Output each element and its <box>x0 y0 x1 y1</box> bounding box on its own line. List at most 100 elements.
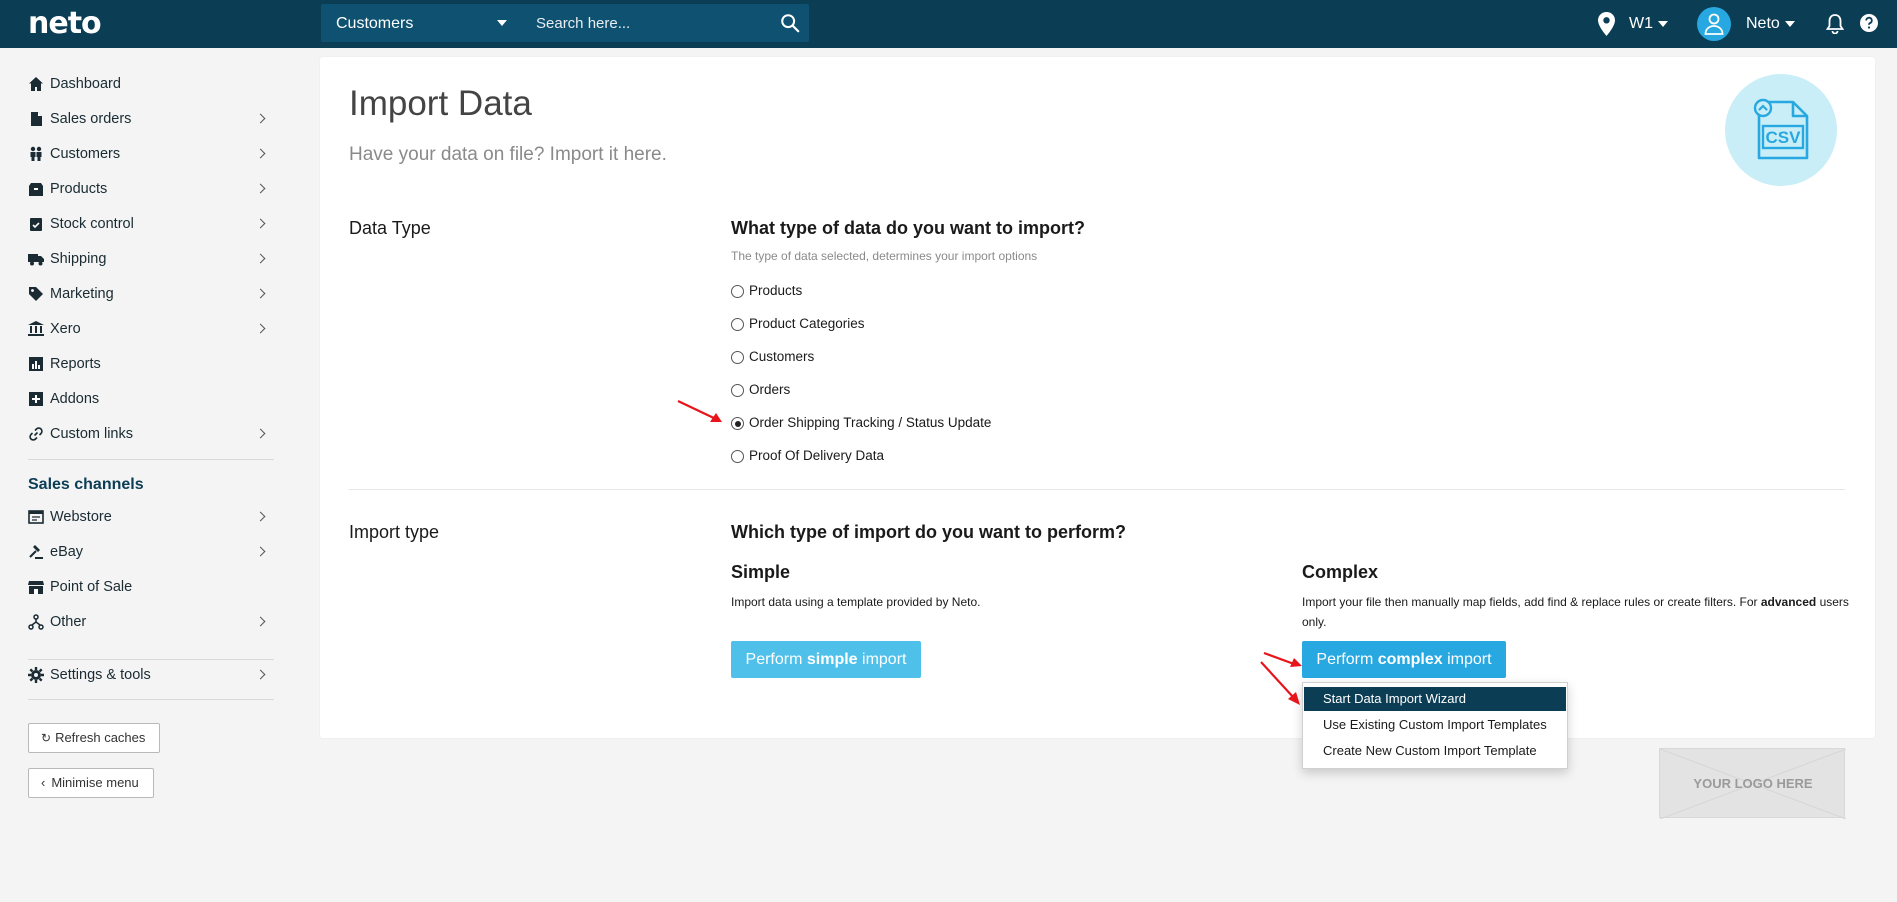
complex-title: Complex <box>1302 562 1379 582</box>
sidebar-item-dashboard[interactable]: Dashboard <box>28 69 274 99</box>
page-title: Import Data <box>349 84 532 123</box>
search-icon[interactable] <box>779 12 801 34</box>
location-label: W1 <box>1629 15 1653 32</box>
radio-button[interactable] <box>731 351 744 364</box>
minimise-menu-button[interactable]: ‹ Minimise menu <box>28 768 154 798</box>
sidebar-item-label: Webstore <box>50 509 112 525</box>
top-bar: neto Customers W1 Neto <box>0 0 1897 48</box>
complex-desc-bold: advanced <box>1760 595 1817 609</box>
complex-btn-bold: complex <box>1377 651 1443 668</box>
radio-label: Orders <box>749 382 791 397</box>
search-scope-select[interactable]: Customers <box>321 4 521 42</box>
radio-button[interactable] <box>731 450 744 463</box>
radio-label: Customers <box>749 349 815 364</box>
menu-item-existing-templates[interactable]: Use Existing Custom Import Templates <box>1304 713 1566 737</box>
sales-channels-title: Sales channels <box>28 476 144 493</box>
import-type-question: Which type of import do you want to perf… <box>731 522 1126 542</box>
sidebar-item-products[interactable]: Products <box>28 174 274 204</box>
sidebar-item-xero[interactable]: Xero <box>28 314 274 344</box>
radio-label: Product Categories <box>749 316 865 331</box>
sidebar-item-label: Dashboard <box>50 76 121 92</box>
chevron-right-icon <box>255 323 266 334</box>
gear-icon <box>28 667 44 683</box>
location-selector[interactable]: W1 <box>1629 0 1668 48</box>
truck-icon <box>28 254 44 266</box>
avatar[interactable] <box>1697 7 1731 41</box>
search-input[interactable] <box>521 4 766 42</box>
chart-icon <box>29 357 43 371</box>
chevron-right-icon <box>255 511 266 522</box>
section-divider <box>349 489 1845 490</box>
sidebar-item-label: Addons <box>50 391 100 407</box>
document-icon <box>31 112 42 126</box>
sidebar-item-ebay[interactable]: eBay <box>28 537 274 567</box>
sidebar-item-shipping[interactable]: Shipping <box>28 244 274 274</box>
data-type-help: The type of data selected, determines yo… <box>731 249 1038 263</box>
chevron-right-icon <box>255 218 266 229</box>
sidebar-item-label: Products <box>50 181 108 197</box>
csv-badge: CSV <box>1725 74 1837 186</box>
sidebar-item-sales-orders[interactable]: Sales orders <box>28 104 274 134</box>
store-icon <box>28 581 44 594</box>
sidebar-item-point-of-sale[interactable]: Point of Sale <box>28 572 274 602</box>
sidebar-item-label: Shipping <box>50 251 107 267</box>
bell-icon[interactable] <box>1826 14 1844 34</box>
user-icon <box>1704 13 1724 35</box>
sidebar-item-settings-tools[interactable]: Settings & tools <box>28 660 274 690</box>
menu-item-start-wizard[interactable]: Start Data Import Wizard <box>1304 687 1566 711</box>
sidebar-item-reports[interactable]: Reports <box>28 349 274 379</box>
user-name: Neto <box>1746 15 1780 32</box>
box-icon <box>29 183 43 196</box>
minimise-label: Minimise menu <box>51 775 139 790</box>
perform-simple-import-button[interactable]: Perform simple import <box>731 641 921 678</box>
bank-icon <box>28 321 44 336</box>
sidebar-item-custom-links[interactable]: Custom links <box>28 419 274 449</box>
sidebar-divider <box>28 459 274 460</box>
user-menu[interactable]: Neto <box>1746 0 1795 48</box>
refresh-caches-button[interactable]: ↻ Refresh caches <box>28 723 161 753</box>
sidebar-item-stock-control[interactable]: Stock control <box>28 209 274 239</box>
radio-button[interactable] <box>731 384 744 397</box>
chevron-right-icon <box>255 183 266 194</box>
your-logo-placeholder: YOUR LOGO HERE <box>1659 748 1846 819</box>
chevron-right-icon <box>255 288 266 299</box>
browser-icon <box>28 510 44 524</box>
simple-btn-pre: Perform <box>745 651 807 668</box>
radio-button[interactable] <box>731 417 744 430</box>
sidebar-item-label: Settings & tools <box>50 667 151 683</box>
sidebar-item-label: Stock control <box>50 216 134 232</box>
sidebar-item-label: Other <box>50 614 87 630</box>
help-icon[interactable] <box>1859 13 1879 33</box>
branch-icon <box>28 614 44 630</box>
sidebar-item-label: Xero <box>50 321 81 337</box>
data-type-question: What type of data do you want to import? <box>731 218 1085 238</box>
radio-button[interactable] <box>731 318 744 331</box>
sidebar-item-label: Marketing <box>50 286 114 302</box>
search-bar: Customers <box>321 4 809 42</box>
complex-description: Import your file then manually map field… <box>1302 592 1852 632</box>
chevron-right-icon <box>255 148 266 159</box>
neto-logo[interactable]: neto <box>28 6 102 41</box>
perform-complex-import-button[interactable]: Perform complex import <box>1302 641 1506 678</box>
sidebar-item-customers[interactable]: Customers <box>28 139 274 169</box>
radio-button[interactable] <box>731 285 744 298</box>
sidebar-item-label: Custom links <box>50 426 133 442</box>
sidebar-divider <box>28 699 274 700</box>
csv-label: CSV <box>1766 128 1802 147</box>
sidebar-item-addons[interactable]: Addons <box>28 384 274 414</box>
menu-item-new-template[interactable]: Create New Custom Import Template <box>1304 739 1566 763</box>
sidebar-item-label: Sales orders <box>50 111 132 127</box>
data-type-label: Data Type <box>349 218 431 238</box>
sidebar-item-webstore[interactable]: Webstore <box>28 502 274 532</box>
simple-title: Simple <box>731 562 791 582</box>
sidebar-item-marketing[interactable]: Marketing <box>28 279 274 309</box>
sidebar-item-label: Customers <box>50 146 121 162</box>
chevron-left-icon: ‹ <box>41 775 46 790</box>
location-pin-icon[interactable] <box>1598 12 1615 36</box>
refresh-icon: ↻ <box>41 731 52 745</box>
complex-desc-pre: Import your file then manually map field… <box>1302 595 1761 609</box>
radio-label: Order Shipping Tracking / Status Update <box>749 415 992 430</box>
chevron-right-icon <box>255 113 266 124</box>
search-scope-label: Customers <box>336 15 414 32</box>
sidebar-item-other[interactable]: Other <box>28 607 274 637</box>
